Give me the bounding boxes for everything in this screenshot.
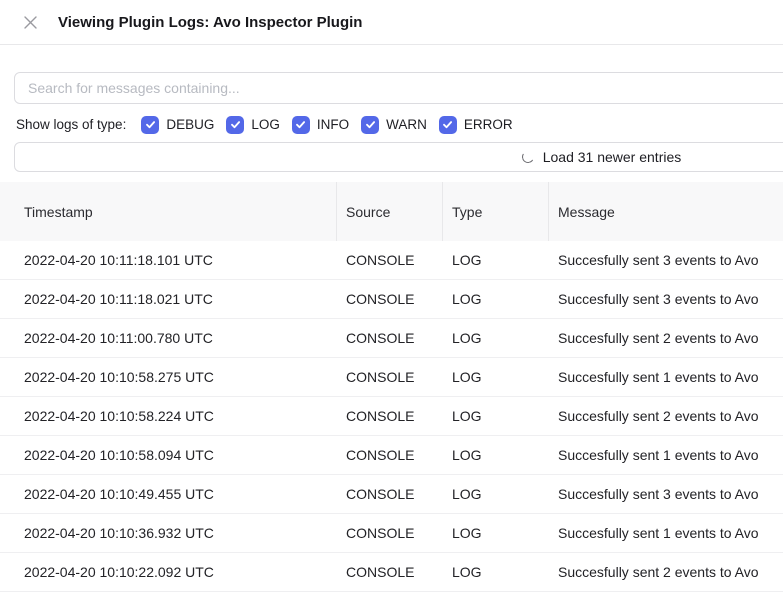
checkbox-checked-icon[interactable]	[141, 116, 159, 134]
log-source: CONSOLE	[336, 553, 442, 591]
log-timestamp: 2022-04-20 10:10:36.932 UTC	[0, 514, 336, 552]
log-type: LOG	[442, 241, 548, 279]
dialog-header: Viewing Plugin Logs: Avo Inspector Plugi…	[0, 0, 783, 45]
checkmark-icon	[230, 119, 241, 130]
log-source: CONSOLE	[336, 358, 442, 396]
table-row[interactable]: 2022-04-20 10:10:36.932 UTC CONSOLE LOG …	[0, 514, 783, 553]
log-source: CONSOLE	[336, 280, 442, 318]
log-timestamp: 2022-04-20 10:10:58.275 UTC	[0, 358, 336, 396]
log-type-label: DEBUG	[166, 117, 214, 132]
loading-spinner-icon	[521, 150, 535, 164]
checkmark-icon	[442, 119, 453, 130]
log-source: CONSOLE	[336, 475, 442, 513]
log-timestamp: 2022-04-20 10:10:49.455 UTC	[0, 475, 336, 513]
table-row[interactable]: 2022-04-20 10:11:00.780 UTC CONSOLE LOG …	[0, 319, 783, 358]
checkbox-checked-icon[interactable]	[292, 116, 310, 134]
log-type: LOG	[442, 436, 548, 474]
log-timestamp: 2022-04-20 10:10:22.092 UTC	[0, 553, 336, 591]
checkbox-checked-icon[interactable]	[439, 116, 457, 134]
filter-row-label: Show logs of type:	[16, 117, 126, 132]
log-type-filter[interactable]: LOG	[226, 116, 280, 134]
log-timestamp: 2022-04-20 10:10:58.094 UTC	[0, 436, 336, 474]
log-type: LOG	[442, 358, 548, 396]
table-row[interactable]: 2022-04-20 10:10:22.092 UTC CONSOLE LOG …	[0, 553, 783, 592]
log-type-filter-row: Show logs of type: DEBUG LOG INFO WARN	[16, 113, 783, 136]
table-row[interactable]: 2022-04-20 10:10:58.094 UTC CONSOLE LOG …	[0, 436, 783, 475]
table-row[interactable]: 2022-04-20 10:11:18.101 UTC CONSOLE LOG …	[0, 241, 783, 280]
log-type: LOG	[442, 397, 548, 435]
column-header-message: Message	[548, 182, 783, 241]
log-type: LOG	[442, 553, 548, 591]
log-source: CONSOLE	[336, 397, 442, 435]
checkmark-icon	[365, 119, 376, 130]
log-type-filter[interactable]: ERROR	[439, 116, 513, 134]
log-message: Succesfully sent 3 events to Avo	[548, 280, 783, 318]
log-timestamp: 2022-04-20 10:10:58.224 UTC	[0, 397, 336, 435]
log-message: Succesfully sent 1 events to Avo	[548, 514, 783, 552]
log-type-label: WARN	[386, 117, 427, 132]
table-row[interactable]: 2022-04-20 10:10:49.455 UTC CONSOLE LOG …	[0, 475, 783, 514]
log-type: LOG	[442, 514, 548, 552]
table-row[interactable]: 2022-04-20 10:11:18.021 UTC CONSOLE LOG …	[0, 280, 783, 319]
log-source: CONSOLE	[336, 241, 442, 279]
search-input[interactable]	[14, 72, 783, 104]
load-newer-entries-label: Load 31 newer entries	[543, 149, 682, 165]
log-type-label: ERROR	[464, 117, 513, 132]
log-source: CONSOLE	[336, 436, 442, 474]
close-icon[interactable]	[22, 14, 39, 31]
log-type: LOG	[442, 475, 548, 513]
log-message: Succesfully sent 3 events to Avo	[548, 241, 783, 279]
checkbox-checked-icon[interactable]	[226, 116, 244, 134]
log-type-label: INFO	[317, 117, 349, 132]
log-type-label: LOG	[251, 117, 280, 132]
log-type: LOG	[442, 280, 548, 318]
log-message: Succesfully sent 3 events to Avo	[548, 475, 783, 513]
log-message: Succesfully sent 1 events to Avo	[548, 436, 783, 474]
column-header-timestamp: Timestamp	[0, 182, 336, 241]
table-row[interactable]: 2022-04-20 10:10:58.224 UTC CONSOLE LOG …	[0, 397, 783, 436]
filter-items: DEBUG LOG INFO WARN ERROR	[141, 116, 524, 134]
log-message: Succesfully sent 2 events to Avo	[548, 553, 783, 591]
log-source: CONSOLE	[336, 319, 442, 357]
table-header-row: Timestamp Source Type Message	[0, 182, 783, 241]
table-row[interactable]: 2022-04-20 10:10:58.275 UTC CONSOLE LOG …	[0, 358, 783, 397]
log-timestamp: 2022-04-20 10:11:18.101 UTC	[0, 241, 336, 279]
log-source: CONSOLE	[336, 514, 442, 552]
table-body: 2022-04-20 10:11:18.101 UTC CONSOLE LOG …	[0, 241, 783, 592]
checkmark-icon	[145, 119, 156, 130]
log-message: Succesfully sent 2 events to Avo	[548, 319, 783, 357]
column-header-source: Source	[336, 182, 442, 241]
log-message: Succesfully sent 1 events to Avo	[548, 358, 783, 396]
log-type: LOG	[442, 319, 548, 357]
log-timestamp: 2022-04-20 10:11:00.780 UTC	[0, 319, 336, 357]
load-newer-entries-button[interactable]: Load 31 newer entries	[14, 142, 783, 172]
log-message: Succesfully sent 2 events to Avo	[548, 397, 783, 435]
log-type-filter[interactable]: WARN	[361, 116, 427, 134]
checkbox-checked-icon[interactable]	[361, 116, 379, 134]
checkmark-icon	[295, 119, 306, 130]
dialog-title: Viewing Plugin Logs: Avo Inspector Plugi…	[58, 14, 362, 31]
log-type-filter[interactable]: DEBUG	[141, 116, 214, 134]
column-header-type: Type	[442, 182, 548, 241]
log-timestamp: 2022-04-20 10:11:18.021 UTC	[0, 280, 336, 318]
plugin-log-table: Timestamp Source Type Message 2022-04-20…	[0, 182, 783, 592]
log-type-filter[interactable]: INFO	[292, 116, 349, 134]
